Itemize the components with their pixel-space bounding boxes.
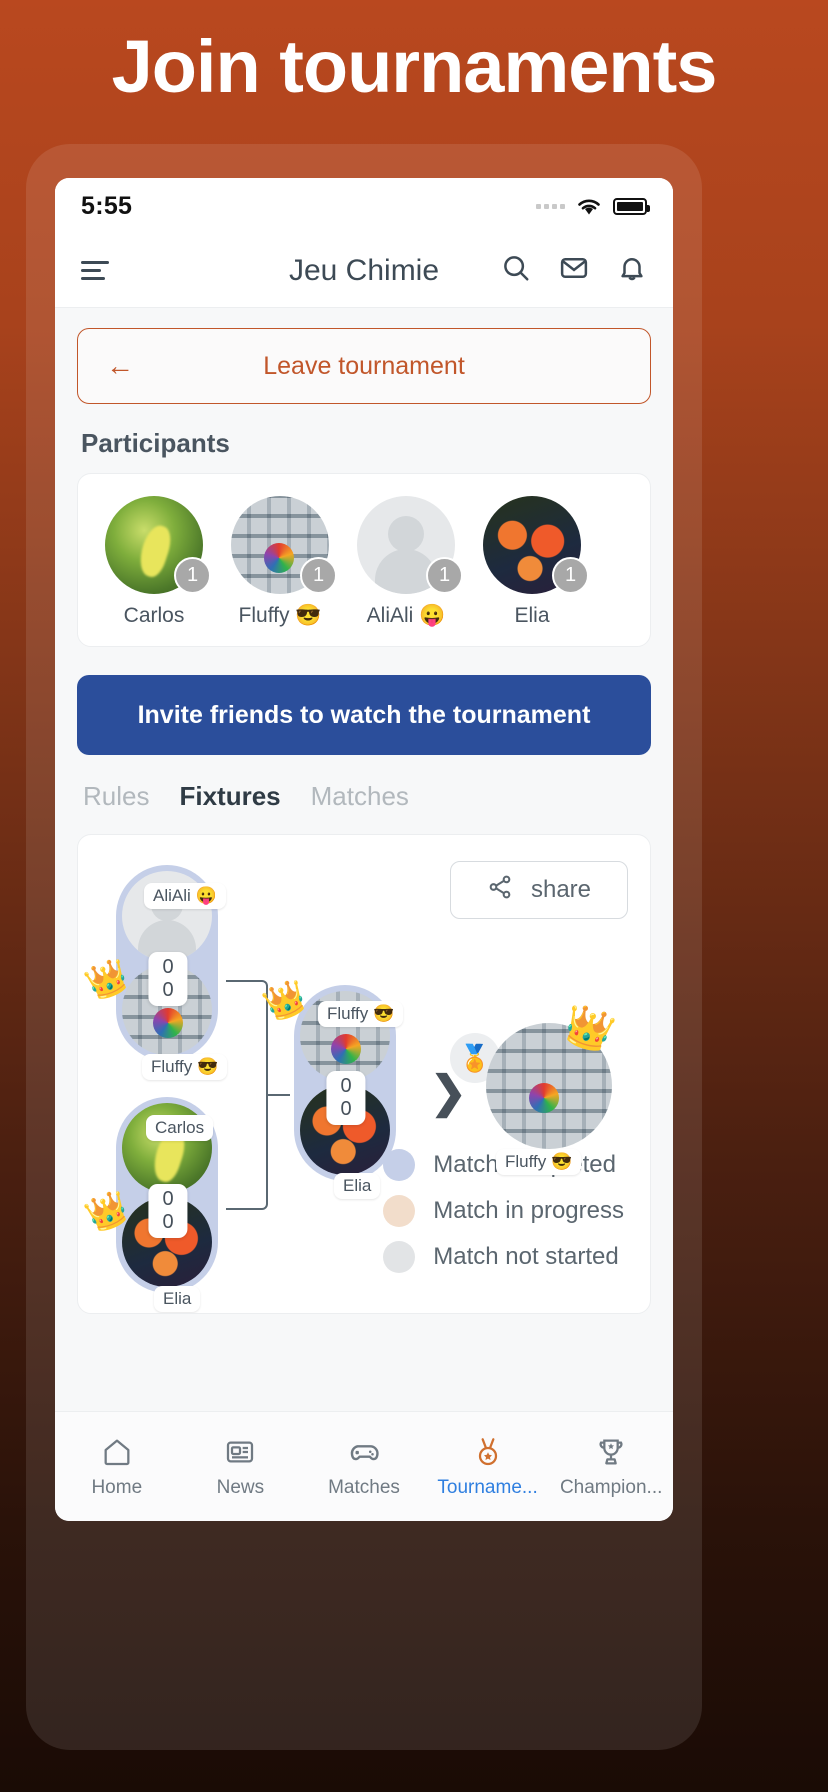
champion-block[interactable]: 🏅 👑 Fluffy 😎 <box>450 1000 619 1175</box>
battery-full-icon <box>613 197 650 215</box>
participant-count-badge: 1 <box>426 557 463 594</box>
phone-screen: 5:55 Jeu Chimie ← Leave tournament Parti… <box>55 178 673 1521</box>
match-final-score: 0 0 <box>326 1071 366 1125</box>
legend-dot-in-progress <box>383 1195 416 1227</box>
champion-name-label: Fluffy 😎 <box>496 1149 582 1175</box>
tabbar-item-home[interactable]: Home <box>55 1435 179 1499</box>
participant-item[interactable]: 1 Elia <box>472 496 592 628</box>
share-label: share <box>530 876 592 903</box>
match-r1-top-player-b-label: Fluffy 😎 <box>142 1054 228 1080</box>
bracket-connector <box>226 980 268 1210</box>
wifi-icon <box>576 197 602 216</box>
tab-fixtures[interactable]: Fixtures <box>179 781 280 812</box>
invite-friends-button[interactable]: Invite friends to watch the tournament <box>77 675 651 755</box>
participant-count-badge: 1 <box>300 557 337 594</box>
match-r1-bottom-player-b-label: Elia <box>154 1286 201 1312</box>
status-bar: 5:55 <box>55 178 673 234</box>
app-navbar: Jeu Chimie <box>55 234 673 308</box>
participants-card: 1 Carlos 1 Fluffy 😎 1 AliAli 😛 1 Elia <box>77 473 651 647</box>
legend-dot-completed <box>383 1149 416 1181</box>
legend-dot-not-started <box>383 1241 416 1273</box>
tabbar-label: Matches <box>328 1476 400 1498</box>
match-r1-bottom-score: 0 0 <box>148 1184 188 1238</box>
news-icon <box>224 1435 256 1469</box>
share-button[interactable]: share <box>450 861 628 919</box>
score-b: 0 <box>340 1098 352 1120</box>
bracket-connector-stem <box>268 1094 290 1096</box>
match-r1-top-score: 0 0 <box>148 952 188 1006</box>
tabbar-label: News <box>216 1476 265 1498</box>
tournament-tabs: Rules Fixtures Matches <box>77 781 651 812</box>
match-r1-bottom-player-a-label: Carlos <box>146 1115 214 1141</box>
tab-matches[interactable]: Matches <box>311 781 409 812</box>
participant-item[interactable]: 1 AliAli 😛 <box>346 496 466 628</box>
leave-tournament-label: Leave tournament <box>263 351 465 380</box>
home-icon <box>101 1435 133 1469</box>
tournament-content: ← Leave tournament Participants 1 Carlos… <box>55 308 673 1411</box>
tabbar-item-championships[interactable]: Champion... <box>549 1435 673 1499</box>
score-b: 0 <box>162 979 174 1001</box>
participant-count-badge: 1 <box>174 557 211 594</box>
leave-tournament-button[interactable]: ← Leave tournament <box>77 328 651 404</box>
hamburger-menu-icon[interactable] <box>81 256 111 285</box>
legend-label: Match in progress <box>433 1197 624 1224</box>
arrow-left-icon: ← <box>106 350 134 381</box>
match-final-player-b-label: Elia <box>334 1173 381 1199</box>
participant-item[interactable]: 1 Fluffy 😎 <box>220 496 340 628</box>
participant-name: Elia <box>514 604 550 627</box>
participant-name: Carlos <box>123 604 185 627</box>
tabbar-item-matches[interactable]: Matches <box>302 1435 426 1499</box>
score-a: 0 <box>162 956 174 978</box>
tabbar-item-tournaments[interactable]: Tourname... <box>426 1435 550 1499</box>
legend-item-in-progress: Match in progress <box>383 1195 624 1227</box>
tabbar-label: Home <box>91 1476 143 1498</box>
search-icon[interactable] <box>501 253 531 288</box>
tabbar-item-news[interactable]: News <box>179 1435 303 1499</box>
match-r1-top-player-a-label: AliAli 😛 <box>144 883 226 909</box>
tabbar-label: Tourname... <box>437 1476 538 1498</box>
promo-headline: Join tournaments <box>111 25 718 108</box>
trophy-icon <box>595 1435 627 1469</box>
score-a: 0 <box>340 1075 352 1097</box>
tab-rules[interactable]: Rules <box>83 781 149 812</box>
status-time: 5:55 <box>81 191 133 220</box>
participant-name: AliAli 😛 <box>366 604 446 627</box>
legend-label: Match not started <box>433 1243 619 1270</box>
participant-count-badge: 1 <box>552 557 589 594</box>
medal-icon <box>472 1435 504 1469</box>
participant-name: Fluffy 😎 <box>238 604 322 627</box>
bell-icon[interactable] <box>617 253 647 288</box>
score-a: 0 <box>162 1188 174 1210</box>
participant-item[interactable]: 1 Carlos <box>94 496 214 628</box>
share-nodes-icon <box>487 874 513 907</box>
legend-item-not-started: Match not started <box>383 1241 624 1273</box>
signal-dots-icon <box>536 203 565 209</box>
participants-heading: Participants <box>81 428 230 458</box>
gamepad-icon <box>347 1435 381 1469</box>
score-b: 0 <box>162 1211 174 1233</box>
tabbar-label: Champion... <box>559 1476 663 1498</box>
mail-icon[interactable] <box>559 253 589 288</box>
match-final-player-a-label: Fluffy 😎 <box>318 1001 404 1027</box>
bracket-card: share AliAli 😛 Fluffy 😎 0 0 👑 Carlos Eli… <box>77 834 651 1314</box>
bottom-tabbar: Home News Matches Tourname... Champion..… <box>55 1411 673 1521</box>
